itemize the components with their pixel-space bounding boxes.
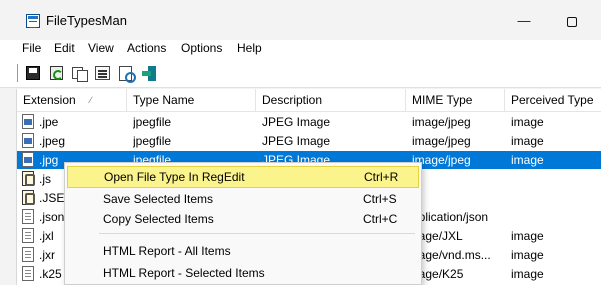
document-file-icon xyxy=(22,266,34,281)
script-file-icon xyxy=(22,190,35,205)
exit-button[interactable] xyxy=(140,64,158,82)
menu-separator xyxy=(99,233,415,234)
menu-item-copy-selected[interactable]: Copy Selected Items Ctrl+C xyxy=(67,208,419,230)
minimize-button[interactable]: — xyxy=(512,10,536,32)
menu-item-label: Save Selected Items xyxy=(103,192,214,206)
cell-mime: nage/vnd.ms... xyxy=(412,248,491,262)
toolbar xyxy=(0,58,601,88)
menu-file[interactable]: File xyxy=(22,41,41,55)
toolbar-grip[interactable] xyxy=(17,64,19,82)
title-bar: FileTypesMan — xyxy=(0,0,601,40)
column-header-extension[interactable]: Extension ∕ xyxy=(17,89,127,112)
document-file-icon xyxy=(22,228,34,243)
menu-item-label: Copy Selected Items xyxy=(103,212,214,226)
script-file-icon xyxy=(22,171,35,186)
menu-item-shortcut: Ctrl+C xyxy=(363,212,398,226)
menu-view[interactable]: View xyxy=(88,41,114,55)
window-title: FileTypesMan xyxy=(46,13,127,28)
cell-extension: .jpe xyxy=(39,115,59,129)
save-button[interactable] xyxy=(24,64,42,82)
menu-item-shortcut: Ctrl+R xyxy=(364,170,399,184)
cell-mime: image/jpeg xyxy=(412,134,471,148)
properties-icon xyxy=(94,66,110,80)
menu-options[interactable]: Options xyxy=(181,41,222,55)
cell-perceived: image xyxy=(511,115,544,129)
menu-item-html-report-all[interactable]: HTML Report - All Items xyxy=(67,240,419,262)
image-file-icon xyxy=(22,114,34,129)
cell-description: JPEG Image xyxy=(262,115,331,129)
cell-type-name: jpegfile xyxy=(133,115,172,129)
cell-perceived: image xyxy=(511,134,544,148)
image-file-icon xyxy=(22,152,34,167)
menu-item-label: HTML Report - Selected Items xyxy=(103,266,265,280)
app-icon xyxy=(26,14,40,28)
save-icon xyxy=(26,66,40,80)
cell-perceived: image xyxy=(511,267,544,281)
sort-ascending-icon: ∕ xyxy=(90,95,92,105)
find-icon xyxy=(118,65,136,83)
menu-help[interactable]: Help xyxy=(237,41,262,55)
cell-mime: image/jpeg xyxy=(412,115,471,129)
properties-button[interactable] xyxy=(93,64,111,82)
table-row[interactable]: .jpe jpegfile JPEG Image image/jpeg image xyxy=(17,113,601,131)
find-button[interactable] xyxy=(117,64,136,83)
cell-perceived: image xyxy=(511,248,544,262)
menu-item-html-report-selected[interactable]: HTML Report - Selected Items xyxy=(67,262,419,284)
copy-icon xyxy=(72,66,88,82)
context-menu: Open File Type In RegEdit Ctrl+R Save Se… xyxy=(64,162,422,285)
column-header-description[interactable]: Description xyxy=(256,89,406,112)
cell-extension: .k25 xyxy=(39,267,62,281)
cell-extension: .JSE xyxy=(39,191,65,205)
cell-perceived: image xyxy=(511,153,544,167)
menu-item-open-in-regedit[interactable]: Open File Type In RegEdit Ctrl+R xyxy=(67,166,419,188)
menu-item-label: Open File Type In RegEdit xyxy=(104,170,245,184)
refresh-icon xyxy=(49,66,63,80)
cell-extension: .jpg xyxy=(39,153,59,167)
column-header-label: Extension xyxy=(23,93,76,107)
exit-icon xyxy=(142,65,156,81)
cell-description: JPEG Image xyxy=(262,134,331,148)
cell-extension: .js xyxy=(39,172,51,186)
column-header-type-name[interactable]: Type Name xyxy=(127,89,256,112)
maximize-icon xyxy=(567,16,577,27)
refresh-button[interactable] xyxy=(47,64,65,82)
column-header-mime-type[interactable]: MIME Type xyxy=(406,89,505,112)
table-row[interactable]: .jpeg jpegfile JPEG Image image/jpeg image xyxy=(17,132,601,150)
menu-item-label: HTML Report - All Items xyxy=(103,244,231,258)
cell-extension: .jxr xyxy=(39,248,55,262)
cell-extension: .jxl xyxy=(39,229,54,243)
list-header: Extension ∕ Type Name Description MIME T… xyxy=(17,89,601,112)
column-header-perceived-type[interactable]: Perceived Type xyxy=(505,89,601,112)
copy-button[interactable] xyxy=(70,64,88,82)
menu-bar: File Edit View Actions Options Help xyxy=(0,40,601,58)
menu-edit[interactable]: Edit xyxy=(54,41,75,55)
menu-item-shortcut: Ctrl+S xyxy=(363,192,397,206)
menu-actions[interactable]: Actions xyxy=(127,41,166,55)
document-file-icon xyxy=(22,247,34,262)
cell-extension: .json xyxy=(39,210,65,224)
cell-type-name: jpegfile xyxy=(133,134,172,148)
cell-extension: .jpeg xyxy=(39,134,66,148)
document-file-icon xyxy=(22,209,34,224)
menu-item-save-selected[interactable]: Save Selected Items Ctrl+S xyxy=(67,188,419,210)
maximize-button[interactable] xyxy=(560,10,584,32)
cell-perceived: image xyxy=(511,229,544,243)
image-file-icon xyxy=(22,133,34,148)
cell-mime: pplication/json xyxy=(412,210,489,224)
